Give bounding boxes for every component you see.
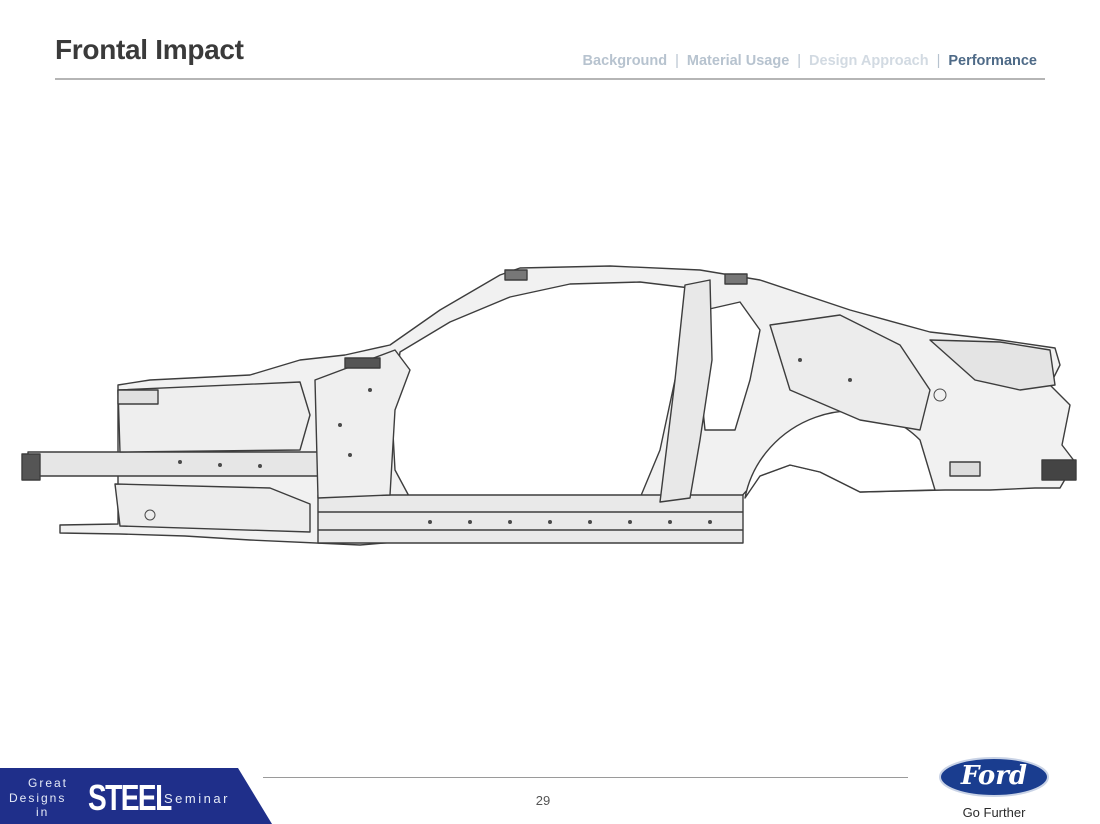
section-nav: Background | Material Usage | Design Approac… [583,53,1037,69]
ford-tagline: Go Further [962,805,1026,820]
brand-line-in: in [36,805,50,819]
page-number: 29 [535,793,551,808]
brand-steel-wordmark: STEEL [88,777,172,818]
ford-wordmark: Ford [960,761,1028,791]
car-body-structure-image [21,265,1077,546]
nav-item-design-approach[interactable]: Design Approach [809,53,929,69]
nav-item-material-usage[interactable]: Material Usage [687,53,789,69]
brand-line-seminar: Seminar [164,791,230,806]
footer-divider [263,777,908,778]
brand-line-designs: Designs [9,791,67,805]
brand-line-great: Great [28,776,69,790]
nav-separator: | [675,53,679,69]
nav-separator: | [797,53,802,69]
nav-separator: | [936,53,941,69]
slide-title: Frontal Impact [55,34,244,65]
ford-logo: Ford [938,757,1050,799]
nav-item-performance[interactable]: Performance [948,53,1037,69]
nav-item-background[interactable]: Background [583,53,668,69]
great-designs-in-steel-logo: Great Designs in STEEL Seminar [0,768,272,824]
title-divider [55,78,1045,80]
